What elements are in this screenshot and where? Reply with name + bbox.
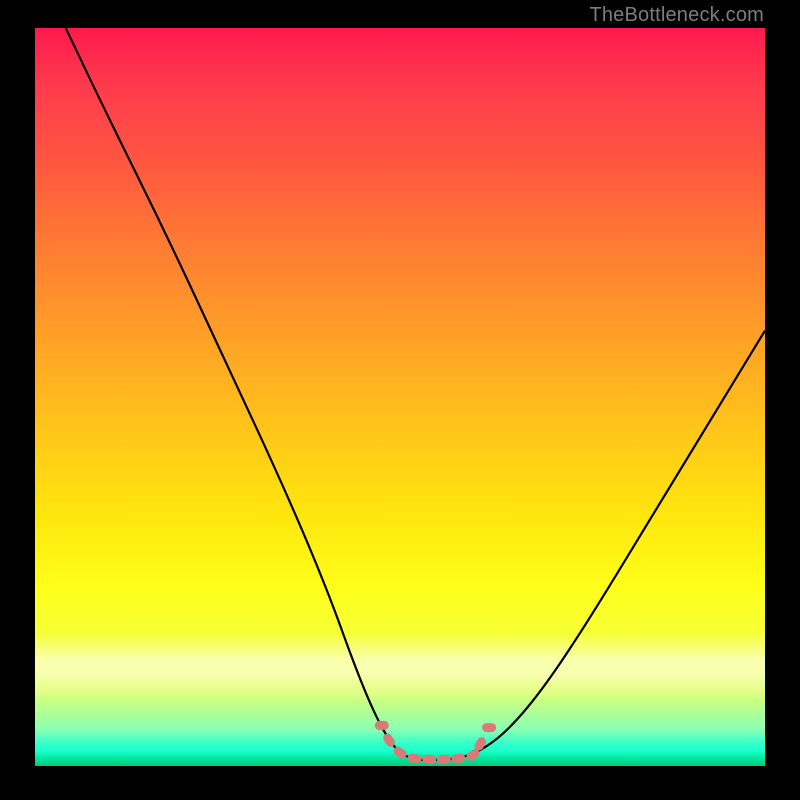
bottleneck-curve [66,28,765,760]
curve-layer [35,28,765,766]
valley-marker [482,723,496,732]
chart-frame: TheBottleneck.com [0,0,800,800]
valley-marker [375,721,389,730]
valley-marker-group [375,721,496,765]
watermark-text: TheBottleneck.com [589,4,764,27]
valley-marker [437,755,451,764]
plot-area [35,28,765,766]
valley-marker [422,755,436,764]
valley-marker [407,753,423,765]
valley-marker [451,753,466,764]
